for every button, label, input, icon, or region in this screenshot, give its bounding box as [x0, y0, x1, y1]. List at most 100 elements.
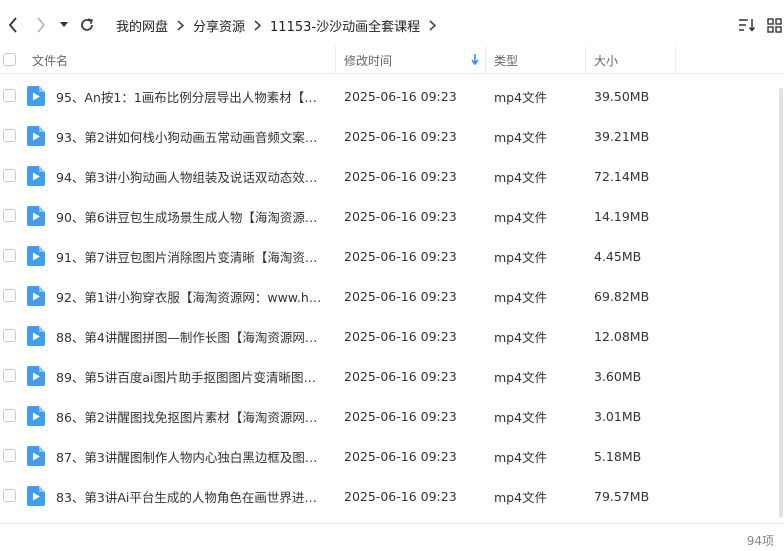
back-button[interactable]	[2, 14, 24, 36]
video-file-icon	[27, 126, 45, 146]
video-file-icon	[27, 166, 45, 186]
sort-view-button[interactable]	[737, 15, 757, 35]
file-modified-time: 2025-06-16 09:23	[344, 408, 457, 424]
file-modified-time: 2025-06-16 09:23	[344, 368, 457, 384]
file-row[interactable]: 87、第3讲醒图制作人物内心独白黑边框及图片素材【海淘资源网：www.haita…	[0, 436, 778, 476]
column-header-type[interactable]: 类型	[486, 46, 586, 74]
file-modified-time: 2025-06-16 09:23	[344, 248, 457, 264]
file-type: mp4文件	[494, 89, 548, 105]
file-size: 4.45MB	[594, 248, 642, 264]
column-header-time[interactable]: 修改时间	[336, 46, 486, 74]
chevron-left-icon	[8, 17, 17, 33]
grid-view-button[interactable]	[764, 15, 784, 35]
file-size: 39.50MB	[594, 88, 650, 104]
file-modified-time: 2025-06-16 09:23	[344, 128, 457, 144]
row-checkbox[interactable]	[3, 169, 16, 182]
chevron-right-icon	[177, 20, 185, 31]
file-size: 12.08MB	[594, 328, 650, 344]
file-row[interactable]: 92、第1讲小狗穿衣服【海淘资源网：www.haitao.work】.mp4 2…	[0, 276, 778, 316]
column-header-name[interactable]: 文件名	[24, 46, 336, 74]
file-type: mp4文件	[494, 409, 548, 425]
file-list: 95、An按1：1画布比例分层导出人物素材【海淘资源网：www.haitao.w…	[0, 76, 778, 516]
column-header-type-label: 类型	[494, 53, 519, 68]
video-file-icon	[27, 406, 45, 426]
file-row[interactable]: 86、第2讲醒图找免抠图片素材【海淘资源网：www.haitao.work】.m…	[0, 396, 778, 436]
file-row[interactable]: 83、第3讲Ai平台生成的人物角色在画世界进行拆分【海淘资源网：www.hait…	[0, 476, 778, 516]
file-type: mp4文件	[494, 329, 548, 345]
video-file-icon	[27, 246, 45, 266]
file-row[interactable]: 95、An按1：1画布比例分层导出人物素材【海淘资源网：www.haitao.w…	[0, 76, 778, 116]
file-size: 5.18MB	[594, 448, 642, 464]
video-file-icon	[27, 86, 45, 106]
file-modified-time: 2025-06-16 09:23	[344, 488, 457, 504]
chevron-right-icon	[254, 20, 262, 31]
file-row[interactable]: 90、第6讲豆包生成场景生成人物【海淘资源网：www.haitao.work】.…	[0, 196, 778, 236]
file-modified-time: 2025-06-16 09:23	[344, 288, 457, 304]
row-checkbox[interactable]	[3, 129, 16, 142]
breadcrumb-item-shared[interactable]: 分享资源	[193, 16, 245, 35]
sort-list-icon	[739, 19, 756, 32]
file-name: 89、第5讲百度ai图片助手抠图图片变清晰图片消除【海淘资源网：www.hait…	[56, 369, 328, 385]
file-name: 88、第4讲醒图拼图—制作长图【海淘资源网：www.haitao.work】.m…	[56, 329, 328, 345]
chevron-right-icon[interactable]	[429, 20, 437, 31]
forward-button[interactable]	[30, 14, 52, 36]
file-size: 72.14MB	[594, 168, 650, 184]
breadcrumb-item-current-folder[interactable]: 11153-沙沙动画全套课程	[270, 16, 420, 35]
history-dropdown-button[interactable]	[56, 14, 72, 36]
sort-descending-icon	[471, 54, 479, 65]
file-modified-time: 2025-06-16 09:23	[344, 88, 457, 104]
column-header-time-label: 修改时间	[344, 53, 393, 68]
column-header-size-label: 大小	[594, 53, 619, 68]
video-file-icon	[27, 206, 45, 226]
item-count: 94项	[746, 534, 774, 548]
file-type: mp4文件	[494, 249, 548, 265]
row-checkbox[interactable]	[3, 289, 16, 302]
video-file-icon	[27, 446, 45, 466]
file-name: 94、第3讲小狗动画人物组装及说话双动态效果【海淘资源网：www.haitao.…	[56, 169, 328, 185]
file-name: 86、第2讲醒图找免抠图片素材【海淘资源网：www.haitao.work】.m…	[56, 409, 328, 425]
row-checkbox[interactable]	[3, 489, 16, 502]
row-checkbox[interactable]	[3, 409, 16, 422]
file-name: 92、第1讲小狗穿衣服【海淘资源网：www.haitao.work】.mp4	[56, 289, 328, 305]
file-size: 3.60MB	[594, 368, 642, 384]
file-name: 93、第2讲如何栈小狗动画五常动画音频文案内容【海淘资源网：www.haitao…	[56, 129, 328, 145]
row-checkbox[interactable]	[3, 249, 16, 262]
refresh-button[interactable]	[76, 14, 98, 36]
file-size: 39.21MB	[594, 128, 650, 144]
toolbar: 我的网盘 分享资源 11153-沙沙动画全套课程	[0, 0, 784, 48]
video-file-icon	[27, 366, 45, 386]
breadcrumb-item-my-drive[interactable]: 我的网盘	[116, 16, 168, 35]
refresh-icon	[81, 18, 93, 31]
file-row[interactable]: 94、第3讲小狗动画人物组装及说话双动态效果【海淘资源网：www.haitao.…	[0, 156, 778, 196]
file-size: 14.19MB	[594, 208, 650, 224]
row-checkbox[interactable]	[3, 89, 16, 102]
vertical-scrollbar[interactable]	[779, 88, 783, 518]
file-row[interactable]: 93、第2讲如何栈小狗动画五常动画音频文案内容【海淘资源网：www.haitao…	[0, 116, 778, 156]
row-checkbox[interactable]	[3, 449, 16, 462]
file-name: 91、第7讲豆包图片消除图片变清晰【海淘资源网：www.haitao.work】…	[56, 249, 328, 265]
file-row[interactable]: 89、第5讲百度ai图片助手抠图图片变清晰图片消除【海淘资源网：www.hait…	[0, 356, 778, 396]
file-row[interactable]: 91、第7讲豆包图片消除图片变清晰【海淘资源网：www.haitao.work】…	[0, 236, 778, 276]
select-all-checkbox[interactable]	[3, 53, 16, 66]
file-name: 90、第6讲豆包生成场景生成人物【海淘资源网：www.haitao.work】.…	[56, 209, 328, 225]
file-size: 79.57MB	[594, 488, 650, 504]
grid-icon	[766, 17, 782, 33]
video-file-icon	[27, 286, 45, 306]
breadcrumb: 我的网盘 分享资源 11153-沙沙动画全套课程	[116, 16, 445, 35]
footer-divider	[0, 523, 784, 524]
list-header: 文件名 修改时间 类型 大小	[0, 46, 784, 74]
file-type: mp4文件	[494, 169, 548, 185]
caret-down-icon	[60, 22, 68, 27]
column-header-size[interactable]: 大小	[586, 46, 676, 74]
file-modified-time: 2025-06-16 09:23	[344, 328, 457, 344]
file-row[interactable]: 88、第4讲醒图拼图—制作长图【海淘资源网：www.haitao.work】.m…	[0, 316, 778, 356]
file-type: mp4文件	[494, 209, 548, 225]
row-checkbox[interactable]	[3, 209, 16, 222]
row-checkbox[interactable]	[3, 329, 16, 342]
chevron-right-icon	[37, 17, 46, 33]
video-file-icon	[27, 486, 45, 506]
row-checkbox[interactable]	[3, 369, 16, 382]
file-name: 83、第3讲Ai平台生成的人物角色在画世界进行拆分【海淘资源网：www.hait…	[56, 489, 328, 505]
file-type: mp4文件	[494, 129, 548, 145]
file-name: 95、An按1：1画布比例分层导出人物素材【海淘资源网：www.haitao.w…	[56, 89, 328, 105]
